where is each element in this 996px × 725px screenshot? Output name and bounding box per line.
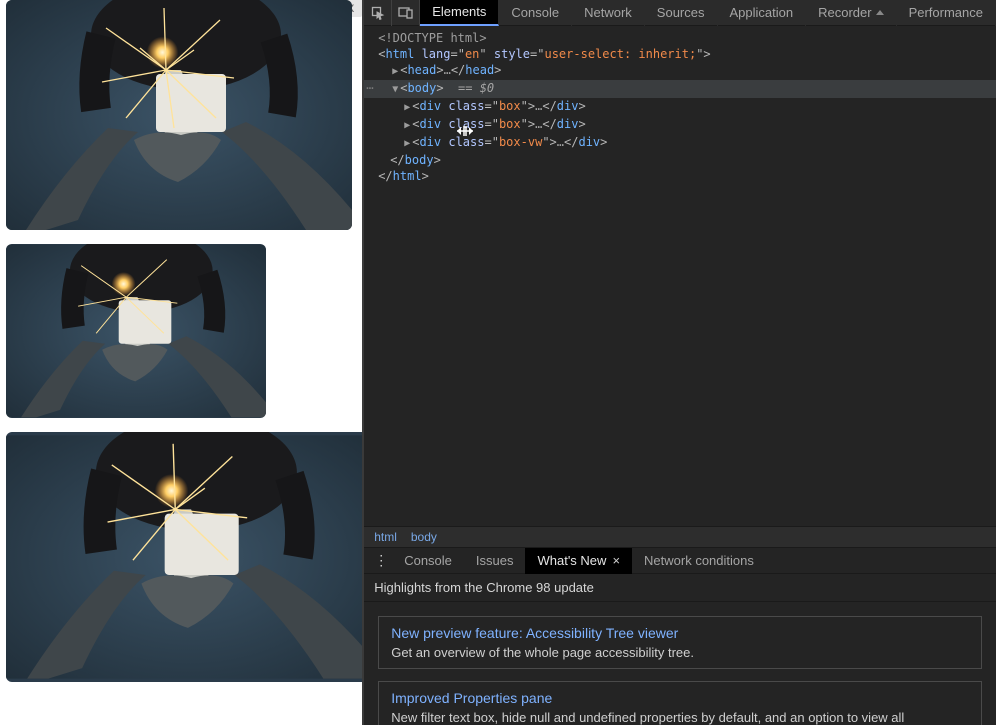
whatsnew-card-desc: New filter text box, hide null and undef… bbox=[391, 710, 969, 725]
page-image-box bbox=[6, 244, 266, 418]
dom-html-open[interactable]: <html lang="en" style="user-select: inhe… bbox=[364, 46, 996, 62]
device-toggle-icon[interactable] bbox=[392, 0, 420, 26]
inspect-element-icon[interactable] bbox=[364, 0, 392, 26]
sparkler-photo bbox=[6, 244, 266, 418]
close-icon[interactable]: × bbox=[612, 553, 620, 568]
sparkler-photo bbox=[6, 432, 362, 682]
tab-label: Application bbox=[730, 5, 794, 20]
page-image-box bbox=[6, 0, 352, 230]
tab-label: Console bbox=[511, 5, 559, 20]
whatsnew-card-title: New preview feature: Accessibility Tree … bbox=[391, 625, 969, 641]
tab-label: Performance bbox=[909, 5, 983, 20]
page-image-box-vw bbox=[6, 432, 362, 682]
whatsnew-card[interactable]: New preview feature: Accessibility Tree … bbox=[378, 616, 982, 669]
tab-elements[interactable]: Elements bbox=[420, 0, 499, 26]
ellipsis-icon: ⋯ bbox=[366, 80, 373, 96]
collapse-icon[interactable]: ▼ bbox=[390, 82, 400, 98]
breadcrumb-item[interactable]: html bbox=[374, 530, 397, 544]
drawer-tab-network-conditions[interactable]: Network conditions bbox=[632, 548, 766, 574]
expand-icon[interactable]: ▶ bbox=[402, 100, 412, 116]
tab-label: Recorder bbox=[818, 5, 871, 20]
tab-label: Network conditions bbox=[644, 553, 754, 568]
chevron-up-icon bbox=[876, 10, 884, 15]
tab-label: Elements bbox=[432, 4, 486, 19]
tab-recorder[interactable]: Recorder bbox=[806, 0, 896, 26]
tab-application[interactable]: Application bbox=[718, 0, 807, 26]
tab-console[interactable]: Console bbox=[499, 0, 572, 26]
whatsnew-card-desc: Get an overview of the whole page access… bbox=[391, 645, 969, 660]
expand-icon[interactable]: ▶ bbox=[402, 118, 412, 134]
expand-icon[interactable]: ▶ bbox=[390, 64, 400, 80]
dom-div-box[interactable]: ▶<div class="box">…</div> bbox=[364, 98, 996, 116]
whatsnew-heading: Highlights from the Chrome 98 update bbox=[364, 574, 996, 602]
dom-breadcrumb: html body bbox=[364, 526, 996, 548]
expand-icon[interactable]: ▶ bbox=[402, 136, 412, 152]
whatsnew-card-title: Improved Properties pane bbox=[391, 690, 969, 706]
drawer-tab-whatsnew[interactable]: What's New × bbox=[525, 548, 632, 574]
tab-label: Sources bbox=[657, 5, 705, 20]
drawer-tab-issues[interactable]: Issues bbox=[464, 548, 526, 574]
dom-div-box-vw[interactable]: ▶<div class="box-vw">…</div> bbox=[364, 134, 996, 152]
page-preview-pane: 374px × 765px bbox=[0, 0, 362, 725]
tab-network[interactable]: Network bbox=[572, 0, 645, 26]
drawer-tab-console[interactable]: Console bbox=[392, 548, 464, 574]
sparkler-photo bbox=[6, 0, 352, 230]
tab-label: What's New bbox=[537, 553, 606, 568]
tab-sources[interactable]: Sources bbox=[645, 0, 718, 26]
breadcrumb-item[interactable]: body bbox=[411, 530, 437, 544]
tab-performance[interactable]: Performance bbox=[897, 0, 996, 26]
elements-tree[interactable]: <!DOCTYPE html> <html lang="en" style="u… bbox=[364, 26, 996, 526]
tab-label: Issues bbox=[476, 553, 514, 568]
more-icon[interactable]: ⋮ bbox=[370, 552, 392, 569]
drawer-tabbar: ⋮ Console Issues What's New × Network con… bbox=[364, 548, 996, 574]
tab-label: Network bbox=[584, 5, 632, 20]
dom-div-box[interactable]: ▶<div class="box">…</div> bbox=[364, 116, 996, 134]
devtools-panel: Elements Console Network Sources Applica… bbox=[362, 0, 996, 725]
whatsnew-card[interactable]: Improved Properties pane New filter text… bbox=[378, 681, 982, 725]
dom-body-close[interactable]: </body> bbox=[364, 152, 996, 168]
devtools-tabbar: Elements Console Network Sources Applica… bbox=[364, 0, 996, 26]
tab-label: Console bbox=[404, 553, 452, 568]
dom-doctype[interactable]: <!DOCTYPE html> bbox=[364, 30, 996, 46]
dom-head[interactable]: ▶<head>…</head> bbox=[364, 62, 996, 80]
whatsnew-content[interactable]: New preview feature: Accessibility Tree … bbox=[364, 602, 996, 725]
devtools-drawer: ⋮ Console Issues What's New × Network con… bbox=[364, 548, 996, 725]
dom-body-open[interactable]: ⋯ ▼<body> == $0 bbox=[364, 80, 996, 98]
dom-html-close[interactable]: </html> bbox=[364, 168, 996, 184]
